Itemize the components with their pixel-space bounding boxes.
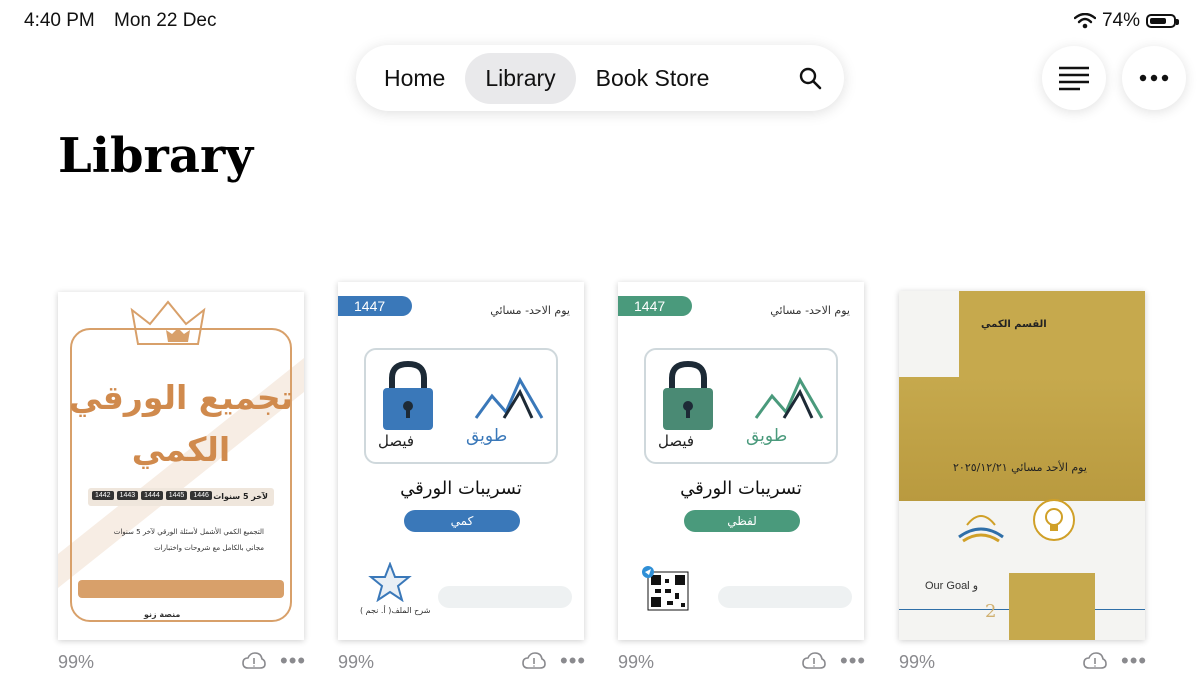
cover-bullet-1: التجميع الكمي الأشمل لأسئلة الورقي لآخر … bbox=[113, 528, 264, 536]
book-2-more-icon[interactable]: ••• bbox=[560, 650, 586, 672]
cloud-download-icon[interactable] bbox=[522, 652, 546, 670]
cover-gold-block bbox=[959, 291, 1145, 377]
cover-pill-label: كمي bbox=[450, 514, 474, 528]
cover-title-line-1: تجميع الورقي bbox=[68, 378, 294, 417]
search-icon[interactable] bbox=[798, 66, 822, 90]
book-cover-2[interactable]: 1447 يوم الاحد- مسائي فيصل طويق تسريبات … bbox=[338, 282, 584, 640]
cover-footer-caption: شرح الملف( أ. نجم ) bbox=[360, 606, 431, 615]
book-cover-4[interactable]: القسم الكمي يوم الأحد مسائي ٢٠٢٥/١٢/٢١ O… bbox=[899, 291, 1145, 640]
book-1-progress: 99% bbox=[58, 652, 95, 672]
tuwaiq-logo-icon bbox=[474, 376, 544, 419]
cover-footer-note bbox=[718, 586, 852, 608]
status-bar-right: 74% bbox=[1073, 10, 1179, 32]
cover-goal: Our Goal و bbox=[925, 580, 978, 592]
book-cover-1[interactable]: تجميع الورقي الكمي 1442 1443 1444 1445 1… bbox=[58, 292, 304, 640]
book-1-more-icon[interactable]: ••• bbox=[280, 650, 306, 672]
page-title: Library bbox=[58, 128, 254, 184]
year-tag: 1443 bbox=[116, 491, 139, 500]
tab-book-store[interactable]: Book Store bbox=[576, 53, 730, 104]
cover-pill-label: لفظي bbox=[727, 514, 757, 528]
qr-code-icon bbox=[642, 566, 689, 611]
cover-date: يوم الاحد- مسائي bbox=[770, 304, 850, 317]
year-tag: 1446 bbox=[190, 491, 212, 500]
cover-pill: لفظي bbox=[684, 510, 800, 532]
ellipsis-icon bbox=[1139, 74, 1169, 82]
tuwaiq-logo-icon bbox=[754, 376, 824, 419]
year-tag: 1444 bbox=[141, 491, 163, 500]
tab-home[interactable]: Home bbox=[364, 53, 465, 104]
cover-pill: كمي bbox=[404, 510, 520, 532]
cover-date: يوم الأحد مسائي ٢٠٢٥/١٢/٢١ bbox=[953, 461, 1087, 474]
cover-title-line-2: الكمي bbox=[131, 430, 231, 469]
top-navigation: Home Library Book Store bbox=[356, 45, 844, 111]
wifi-icon bbox=[1073, 13, 1096, 29]
logo-label-right: طويق bbox=[746, 426, 788, 446]
cover-title: تجميع الورقي الكمي bbox=[58, 372, 304, 476]
bulb-logo-icon bbox=[1033, 499, 1075, 541]
cover-logo-panel: فيصل طويق bbox=[364, 348, 558, 464]
cover-bullet-2: مجاني بالكامل مع شروحات واختبارات bbox=[154, 544, 264, 552]
cloud-download-icon[interactable] bbox=[1083, 652, 1107, 670]
book-3-progress: 99% bbox=[618, 652, 655, 672]
cover-subtitle: لآخر 5 سنوات bbox=[213, 492, 268, 501]
cover-social-strip bbox=[78, 580, 284, 598]
battery-icon bbox=[1146, 14, 1179, 28]
book-4-more-icon[interactable]: ••• bbox=[1121, 650, 1147, 672]
lock-icon bbox=[663, 360, 713, 430]
cover-badge: 1447 bbox=[618, 296, 692, 316]
cover-section: القسم الكمي bbox=[981, 319, 1047, 330]
cover-course-title: تسريبات الورقي bbox=[400, 478, 522, 499]
book-2-actions: ••• bbox=[522, 650, 586, 672]
cover-footer-note bbox=[438, 586, 572, 608]
book-cover-3[interactable]: 1447 يوم الاحد- مسائي فيصل طويق تسريبات … bbox=[618, 282, 864, 640]
status-date: Mon 22 Dec bbox=[114, 10, 217, 31]
cover-gold-band bbox=[899, 377, 1145, 501]
tab-library[interactable]: Library bbox=[465, 52, 576, 104]
cover-years: 1442 1443 1444 1445 1446 bbox=[92, 491, 212, 500]
book-3-actions: ••• bbox=[802, 650, 866, 672]
cover-date: يوم الاحد- مسائي bbox=[490, 304, 570, 317]
cover-course-title: تسريبات الورقي bbox=[680, 478, 802, 499]
sort-menu-button[interactable] bbox=[1042, 46, 1106, 110]
logo-label-left: فيصل bbox=[658, 432, 695, 450]
cover-badge: 1447 bbox=[338, 296, 412, 316]
book-4-actions: ••• bbox=[1083, 650, 1147, 672]
star-icon bbox=[368, 562, 412, 602]
book-3-more-icon[interactable]: ••• bbox=[840, 650, 866, 672]
book-logo-icon bbox=[958, 515, 1004, 543]
lock-icon bbox=[383, 360, 433, 430]
year-tag: 1442 bbox=[92, 491, 114, 500]
list-icon bbox=[1059, 66, 1089, 91]
logo-label-right: طويق bbox=[466, 426, 508, 446]
book-4-progress: 99% bbox=[899, 652, 936, 672]
cloud-download-icon[interactable] bbox=[802, 652, 826, 670]
cover-digit: 2 bbox=[985, 601, 997, 622]
year-tag: 1445 bbox=[165, 491, 188, 500]
cloud-download-icon[interactable] bbox=[242, 652, 266, 670]
book-1-actions: ••• bbox=[242, 650, 306, 672]
more-options-button[interactable] bbox=[1122, 46, 1186, 110]
cover-redaction-block bbox=[1009, 573, 1095, 640]
book-2-progress: 99% bbox=[338, 652, 375, 672]
cover-logo-panel: فيصل طويق bbox=[644, 348, 838, 464]
status-time: 4:40 PM bbox=[24, 10, 95, 31]
cover-brand: منصة زنو bbox=[144, 610, 181, 619]
status-bar-left: 4:40 PM Mon 22 Dec bbox=[24, 10, 217, 32]
battery-percent: 74% bbox=[1101, 10, 1140, 31]
logo-label-left: فيصل bbox=[378, 432, 415, 450]
